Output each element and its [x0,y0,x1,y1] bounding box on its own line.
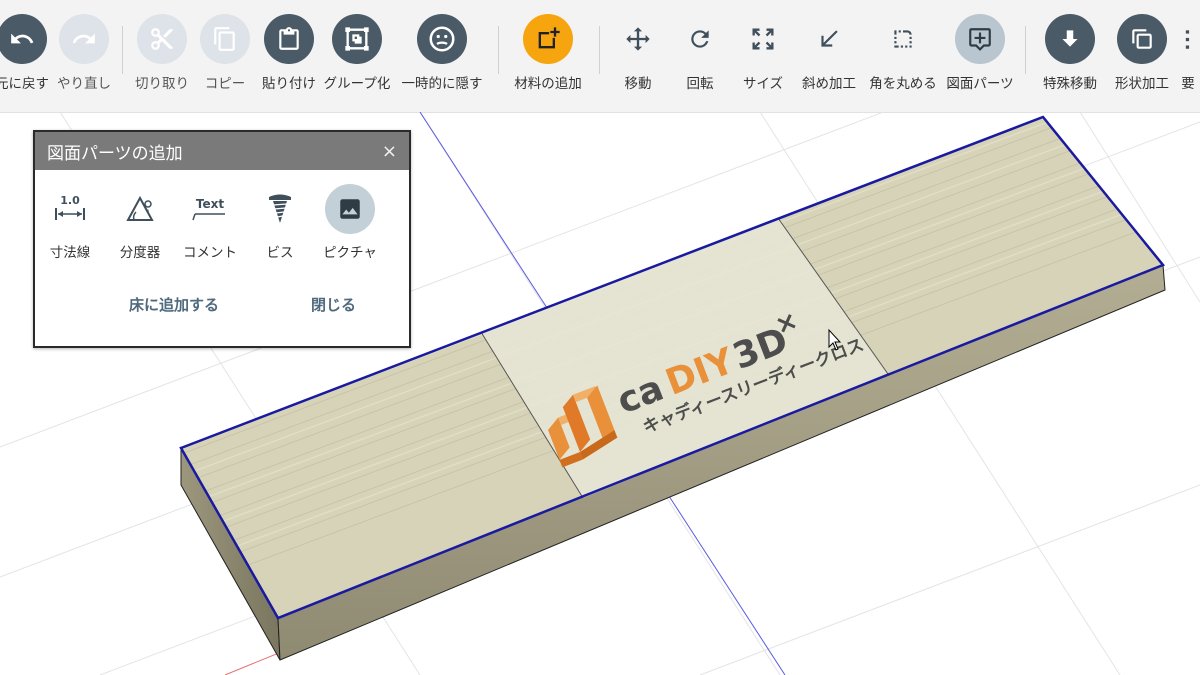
paste-label: 貼り付け [262,76,316,92]
add-comment-icon [955,14,1005,64]
hide-button[interactable]: 一時的に隠す [401,14,483,104]
dialog-title: 図面パーツの追加 [47,143,183,164]
group-label: グループ化 [323,76,391,92]
toolbar-divider [122,26,123,74]
more-label: 要 [1181,76,1195,92]
dimension-line-label: 寸法線 [49,245,91,261]
svg-text:1.0: 1.0 [60,194,80,207]
close-icon[interactable]: × [382,141,397,162]
drawing-parts-label: 図面パーツ [946,76,1014,92]
comment-text-icon: Text [185,184,235,234]
comment-button[interactable]: Text コメント [175,184,245,261]
toolbar-divider [1025,26,1026,74]
picture-label: ピクチャ [323,245,377,261]
bevel-label: 斜め加工 [802,76,856,92]
special-move-label: 特殊移動 [1043,76,1097,92]
dimension-line-icon: 1.0 [45,184,95,234]
add-drawing-parts-dialog: 図面パーツの追加 × 1.0 寸法線 ° 分度器 Text コメント ビス ピク… [33,130,411,348]
screw-label: ビス [266,245,294,261]
rotate-label: 回転 [686,76,714,92]
hide-label: 一時的に隠す [401,76,483,92]
shape-process-label: 形状加工 [1115,76,1169,92]
comment-label: コメント [183,245,237,261]
shape-icon [1117,14,1167,64]
toolbar-divider [498,26,499,74]
group-button[interactable]: グループ化 [319,14,395,104]
group-icon [332,14,382,64]
move-label: 移動 [624,76,652,92]
size-button[interactable]: サイズ [725,14,801,104]
round-label: 角を丸める [869,76,937,92]
more-button[interactable]: 要 [1168,14,1200,104]
undo-icon [0,14,47,64]
arrow-down-circle-icon [1045,14,1095,64]
clipboard-icon [264,14,314,64]
resize-icon [738,14,788,64]
dialog-footer: 床に追加する 閉じる [35,294,409,318]
drawing-parts-button[interactable]: 図面パーツ [942,14,1018,104]
close-button[interactable]: 閉じる [311,294,356,315]
protractor-button[interactable]: ° 分度器 [105,184,175,261]
more-icon [1168,14,1200,64]
scissors-icon [137,14,187,64]
svg-text:°: ° [146,209,150,217]
round-corner-icon [878,14,928,64]
main-toolbar: 元に戻す やり直し 切り取り コピー 貼り付け グループ化 一時的に隠す 材料の… [0,0,1200,113]
screw-icon [255,184,305,234]
copy-icon [200,14,250,64]
svg-text:Text: Text [196,197,224,211]
hide-face-icon [417,14,467,64]
special-move-button[interactable]: 特殊移動 [1032,14,1108,104]
bevel-button[interactable]: 斜め加工 [791,14,867,104]
dimension-line-button[interactable]: 1.0 寸法線 [35,184,105,261]
protractor-label: 分度器 [119,245,161,261]
redo-button[interactable]: やり直し [46,14,122,104]
rotate-icon [675,14,725,64]
diagonal-arrow-icon [804,14,854,64]
dialog-header: 図面パーツの追加 × [35,132,409,170]
copy-label: コピー [204,76,246,92]
move-arrows-icon [613,14,663,64]
protractor-icon: ° [115,184,165,234]
redo-icon [59,14,109,64]
picture-button[interactable]: ピクチャ [315,184,385,261]
screw-button[interactable]: ビス [245,184,315,261]
picture-icon [325,184,375,234]
size-label: サイズ [742,76,784,92]
undo-label: 元に戻す [0,76,49,92]
add-material-button[interactable]: 材料の追加 [510,14,586,104]
redo-label: やり直し [57,76,111,92]
add-material-label: 材料の追加 [514,76,582,92]
cut-label: 切り取り [135,76,189,92]
add-to-floor-button[interactable]: 床に追加する [129,294,219,315]
paste-button[interactable]: 貼り付け [251,14,327,104]
add-material-icon [523,14,573,64]
dialog-items: 1.0 寸法線 ° 分度器 Text コメント ビス ピクチャ [35,184,409,274]
round-corners-button[interactable]: 角を丸める [865,14,941,104]
